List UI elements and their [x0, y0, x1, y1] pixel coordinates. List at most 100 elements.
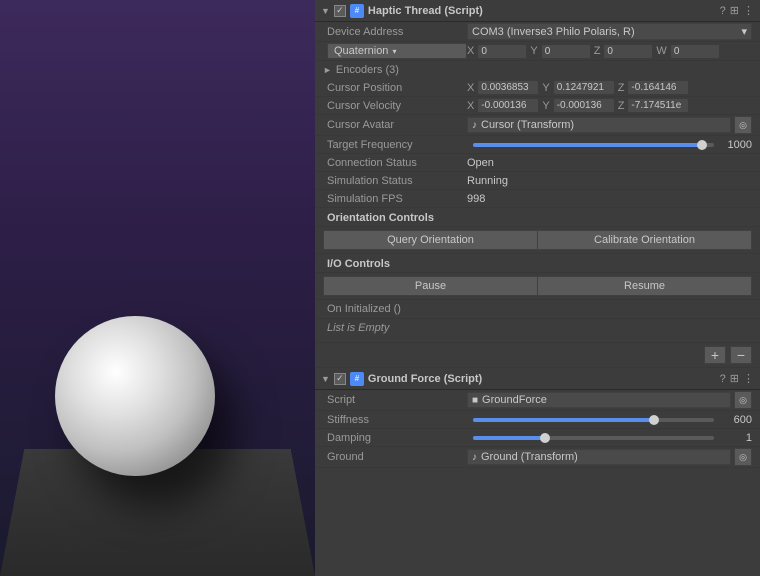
remove-event-button[interactable]: − — [730, 346, 752, 364]
empty-list-section: List is Empty — [315, 319, 760, 343]
stiffness-label: Stiffness — [327, 414, 467, 426]
cp-y-label: Y — [542, 82, 549, 94]
haptic-help-icon[interactable]: ? — [720, 5, 726, 17]
quat-x-input[interactable] — [478, 45, 526, 58]
haptic-enabled-checkbox[interactable] — [334, 5, 346, 17]
stiffness-row: Stiffness 600 — [315, 411, 760, 429]
cursor-avatar-icon: ♪ — [472, 120, 477, 131]
ground-force-help-icon[interactable]: ? — [720, 373, 726, 385]
resume-button[interactable]: Resume — [537, 276, 752, 296]
damping-slider[interactable] — [473, 436, 714, 440]
pause-button[interactable]: Pause — [323, 276, 537, 296]
quat-z-label: Z — [594, 45, 601, 57]
target-frequency-row: Target Frequency 1000 — [315, 136, 760, 154]
calibrate-orientation-button[interactable]: Calibrate Orientation — [537, 230, 752, 250]
query-orientation-button[interactable]: Query Orientation — [323, 230, 537, 250]
quaternion-fields: X Y Z W — [467, 45, 752, 58]
connection-status-label: Connection Status — [327, 157, 467, 169]
connection-status-row: Connection Status Open — [315, 154, 760, 172]
ground-ref: ♪ Ground (Transform) — [467, 449, 731, 465]
stiffness-slider[interactable] — [473, 418, 714, 422]
script-label: Script — [327, 394, 467, 406]
cursor-velocity-fields: X Y Z — [467, 99, 752, 112]
on-initialized-label: On Initialized () — [327, 303, 401, 315]
quat-y-label: Y — [530, 45, 537, 57]
cursor-avatar-row: Cursor Avatar ♪ Cursor (Transform) ◎ — [315, 115, 760, 136]
quat-w-input[interactable] — [671, 45, 719, 58]
quaternion-dropdown-btn[interactable]: Quaternion ▾ — [327, 43, 467, 59]
quat-y-input[interactable] — [542, 45, 590, 58]
inspector-panel: ▼ # Haptic Thread (Script) ? ⊞ ⋮ Device … — [315, 0, 760, 576]
ground-row: Ground ♪ Ground (Transform) ◎ — [315, 447, 760, 468]
cp-z-label: Z — [618, 82, 625, 94]
haptic-settings-icon[interactable]: ⊞ — [730, 4, 739, 17]
ground-force-settings-icon[interactable]: ⊞ — [730, 372, 739, 385]
quat-w-label: W — [656, 45, 666, 57]
unity-viewport — [0, 0, 315, 576]
haptic-more-icon[interactable]: ⋮ — [743, 4, 754, 17]
on-initialized-section: On Initialized () — [315, 300, 760, 319]
cp-y-input[interactable] — [554, 81, 614, 94]
simulation-fps-label: Simulation FPS — [327, 193, 467, 205]
damping-thumb[interactable] — [540, 433, 550, 443]
script-select-btn[interactable]: ◎ — [734, 391, 752, 409]
target-freq-value: 1000 — [720, 139, 752, 151]
3d-sphere — [55, 316, 215, 476]
simulation-fps-row: Simulation FPS 998 — [315, 190, 760, 208]
cursor-avatar-name: Cursor (Transform) — [481, 119, 726, 131]
device-address-dropdown[interactable]: COM3 (Inverse3 Philo Polaris, R) ▾ — [467, 23, 752, 40]
cursor-position-row: Cursor Position X Y Z — [315, 79, 760, 97]
cursor-velocity-row: Cursor Velocity X Y Z — [315, 97, 760, 115]
quaternion-row: Quaternion ▾ X Y Z W — [315, 42, 760, 61]
cursor-avatar-select-btn[interactable]: ◎ — [734, 116, 752, 134]
device-address-label: Device Address — [327, 26, 467, 38]
ground-force-title: Ground Force (Script) — [368, 373, 716, 385]
fold-arrow-haptic[interactable]: ▼ — [321, 6, 330, 16]
cp-x-input[interactable] — [478, 81, 538, 94]
script-name: GroundForce — [482, 394, 726, 406]
target-freq-thumb[interactable] — [697, 140, 707, 150]
cursor-avatar-value: ♪ Cursor (Transform) ◎ — [467, 116, 752, 134]
cursor-avatar-label: Cursor Avatar — [327, 119, 467, 131]
cursor-position-fields: X Y Z — [467, 81, 752, 94]
script-ref: ■ GroundForce — [467, 392, 731, 408]
orientation-controls-header: Orientation Controls — [315, 208, 760, 227]
damping-value: 1 — [720, 432, 752, 444]
stiffness-fill — [473, 418, 654, 422]
ground-select-btn[interactable]: ◎ — [734, 448, 752, 466]
quaternion-arrow: ▾ — [392, 47, 396, 56]
io-controls-header: I/O Controls — [315, 254, 760, 273]
cv-z-input[interactable] — [628, 99, 688, 112]
haptic-script-icon: # — [350, 4, 364, 18]
simulation-status-value: Running — [467, 175, 508, 187]
ground-force-header: ▼ # Ground Force (Script) ? ⊞ ⋮ — [315, 368, 760, 390]
quaternion-select[interactable]: Quaternion ▾ — [327, 43, 467, 59]
fold-arrow-ground[interactable]: ▼ — [321, 374, 330, 384]
cursor-position-label: Cursor Position — [327, 82, 467, 94]
ground-icon: ♪ — [472, 452, 477, 463]
cv-x-input[interactable] — [478, 99, 538, 112]
quat-z-input[interactable] — [604, 45, 652, 58]
cv-x-label: X — [467, 100, 474, 112]
add-event-button[interactable]: + — [704, 346, 726, 364]
ground-force-script-icon: # — [350, 372, 364, 386]
cv-y-input[interactable] — [554, 99, 614, 112]
stiffness-thumb[interactable] — [649, 415, 659, 425]
damping-row: Damping 1 — [315, 429, 760, 447]
device-address-row: Device Address COM3 (Inverse3 Philo Pola… — [315, 22, 760, 42]
device-address-text: COM3 (Inverse3 Philo Polaris, R) — [472, 26, 635, 38]
stiffness-value: 600 — [720, 414, 752, 426]
add-remove-row: + − — [315, 343, 760, 368]
connection-status-value: Open — [467, 157, 494, 169]
ground-force-more-icon[interactable]: ⋮ — [743, 372, 754, 385]
io-buttons-row: Pause Resume — [315, 273, 760, 300]
haptic-thread-header: ▼ # Haptic Thread (Script) ? ⊞ ⋮ — [315, 0, 760, 22]
cp-z-input[interactable] — [628, 81, 688, 94]
encoders-label: Encoders (3) — [336, 64, 399, 76]
cursor-velocity-label: Cursor Velocity — [327, 100, 467, 112]
simulation-status-row: Simulation Status Running — [315, 172, 760, 190]
encoders-section[interactable]: ► Encoders (3) — [315, 61, 760, 79]
target-freq-slider[interactable] — [473, 143, 714, 147]
ground-force-enabled-checkbox[interactable] — [334, 373, 346, 385]
script-icon: ■ — [472, 395, 478, 406]
